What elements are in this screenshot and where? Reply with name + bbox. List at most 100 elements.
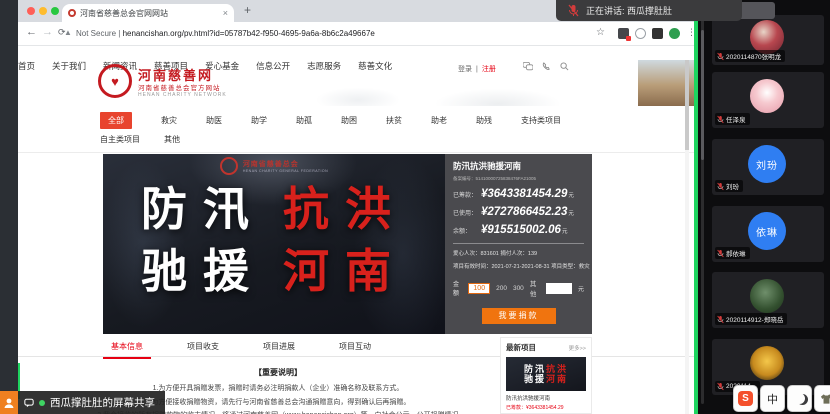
nav-disclosure[interactable]: 信息公开 (256, 60, 290, 72)
latest-project-title[interactable]: 防汛抗洪驰援河南 (506, 394, 586, 402)
raised-label: 已筹款： (453, 190, 481, 199)
sidebar-scrollbar[interactable] (701, 10, 704, 404)
new-tab-button[interactable]: + (244, 3, 251, 17)
zoom-window-button[interactable] (51, 7, 59, 15)
nav-home[interactable]: 首页 (18, 60, 35, 72)
site-logo-subtitle: 河南省慈善总会官方网站 (138, 82, 221, 92)
custom-amount-input[interactable] (546, 283, 572, 294)
more-link[interactable]: 更多>> (569, 344, 586, 352)
project-banner-image[interactable]: 河南省慈善总会 HENAN CHARITY GENERAL FEDERATION… (103, 154, 445, 334)
participant-tile[interactable]: 依琳 郝依琳 (712, 206, 824, 262)
category-item[interactable]: 扶贫 (386, 115, 402, 126)
mic-muted-icon (717, 182, 724, 191)
not-secure-warning-icon[interactable]: ▲ (64, 28, 72, 37)
category-all[interactable]: 全部 (100, 112, 132, 129)
amount-option-100[interactable]: 100 (468, 283, 490, 294)
category-item[interactable]: 助困 (341, 115, 357, 126)
participant-tile[interactable]: 2020114912-郑晓岳 (712, 272, 824, 328)
participant-name: 任泽泉 (726, 114, 746, 124)
extension-icon[interactable] (635, 28, 646, 39)
forward-button[interactable]: → (42, 26, 53, 38)
scrollbar-thumb[interactable] (701, 30, 704, 160)
participant-name: 2020114912-郑晓岳 (726, 314, 783, 324)
nav-volunteer[interactable]: 志愿服务 (307, 60, 341, 72)
skin-theme-button[interactable] (814, 385, 830, 412)
minimize-window-button[interactable] (39, 7, 47, 15)
page-viewport: ♥ 河南慈善网 河南省慈善总会官方网站 HENAN CHARITY NETWOR… (18, 60, 698, 414)
mic-muted-icon (568, 4, 579, 17)
divider (18, 356, 698, 357)
unit: 元 (562, 227, 568, 235)
participant-avatar: 刘玢 (748, 145, 786, 183)
share-banner-text: 西瓜撑肚肚的屏幕共享 (50, 395, 155, 410)
banner-text: 防汛 (141, 186, 265, 232)
page-scrollbar[interactable] (685, 60, 689, 414)
browser-tab[interactable]: 河南省慈善总会官网网站 × (62, 4, 234, 22)
participant-tile[interactable]: 2020114870张明龙 (712, 15, 824, 65)
category-item[interactable]: 助孤 (296, 115, 312, 126)
category-item[interactable]: 助老 (431, 115, 447, 126)
input-language-button[interactable]: 中 (760, 385, 785, 412)
participant-avatar (750, 20, 784, 54)
nav-culture[interactable]: 慈善文化 (358, 60, 392, 72)
unit: 元 (568, 191, 574, 199)
balance-label: 余额： (453, 226, 481, 235)
category-item[interactable]: 助残 (476, 115, 492, 126)
latest-project-thumbnail[interactable]: 防汛抗洪 驰援河南 (506, 357, 586, 391)
browser-window: 河南省慈善总会官网网站 × + ← → ⟳ ▲ Not Secure | hen… (18, 0, 698, 414)
address-bar[interactable]: Not Secure | henancishan.org/pv.html?id=… (76, 29, 576, 38)
back-button[interactable]: ← (26, 26, 37, 38)
category-item[interactable]: 助学 (251, 115, 267, 126)
profile-avatar[interactable] (669, 28, 680, 39)
extension-icon[interactable] (652, 28, 663, 39)
charity-logo-seal[interactable]: ♥ (98, 64, 132, 98)
category-item[interactable]: 救灾 (161, 115, 177, 126)
donation-panel: 防汛抗洪驰援河南 备案编号：51410000725838476FA21005 已… (445, 154, 592, 334)
latest-projects-title: 最新项目 (506, 342, 536, 353)
used-amount: ¥2727866452.23 (481, 206, 567, 218)
register-link[interactable]: 注册 (482, 64, 496, 74)
sogou-input-button[interactable]: S (733, 385, 758, 412)
amount-option-200[interactable]: 200 (496, 285, 507, 292)
donate-button[interactable]: 我要捐款 (482, 308, 556, 324)
scrollbar-thumb[interactable] (685, 60, 689, 150)
close-tab-icon[interactable]: × (223, 8, 228, 18)
category-item[interactable]: 其他 (164, 134, 180, 145)
amount-option-300[interactable]: 300 (513, 285, 524, 292)
phone-icon[interactable] (542, 62, 551, 71)
extension-icon[interactable] (618, 28, 629, 39)
category-item[interactable]: 助医 (206, 115, 222, 126)
message-icon[interactable] (523, 62, 533, 71)
category-item[interactable]: 自主类项目 (100, 134, 140, 145)
participant-name: 郝依琳 (726, 248, 746, 258)
participant-tile[interactable]: 任泽泉 (712, 72, 824, 128)
notice-title: 【重要说明】 (58, 367, 498, 378)
audio-active-dot (39, 400, 45, 406)
participant-avatar (750, 346, 784, 380)
banner-text: 驰援 (141, 248, 265, 294)
nav-about[interactable]: 关于我们 (52, 60, 86, 72)
banner-seal-cn: 河南省慈善总会 (243, 159, 328, 169)
chinese-input-label: 中 (767, 391, 778, 407)
participant-name: 2020114870张明龙 (726, 51, 781, 61)
search-icon[interactable] (560, 62, 569, 71)
participant-tile[interactable]: 刘玢 刘玢 (712, 139, 824, 195)
bookmark-star-icon[interactable]: ☆ (596, 27, 605, 38)
sogou-icon: S (738, 391, 753, 406)
banner-text: 抗洪 (283, 186, 407, 232)
divider: | (476, 66, 478, 73)
divider (453, 243, 584, 244)
category-tabs-row1: 全部 救灾 助医 助学 助孤 助困 扶贫 助老 助残 支持类项目 (100, 112, 561, 129)
category-item[interactable]: 支持类项目 (521, 115, 561, 126)
login-link[interactable]: 登录 (458, 64, 472, 74)
participants-sidebar: 2020114870张明龙 任泽泉 刘玢 刘玢 依琳 郝依琳 202011491… (698, 0, 830, 414)
dark-mode-button[interactable] (787, 385, 812, 412)
amount-option-other[interactable]: 其他 (530, 278, 540, 298)
mic-muted-icon (717, 115, 724, 124)
project-title: 防汛抗洪驰援河南 (453, 160, 584, 172)
mic-muted-icon (717, 249, 724, 258)
donor-stats: 爱心人次：831601 捐付人次：139 (453, 249, 584, 257)
heart-icon: ♥ (111, 75, 119, 88)
close-window-button[interactable] (27, 7, 35, 15)
speaking-indicator: 正在讲话: 西瓜撑肚肚 (556, 0, 742, 21)
